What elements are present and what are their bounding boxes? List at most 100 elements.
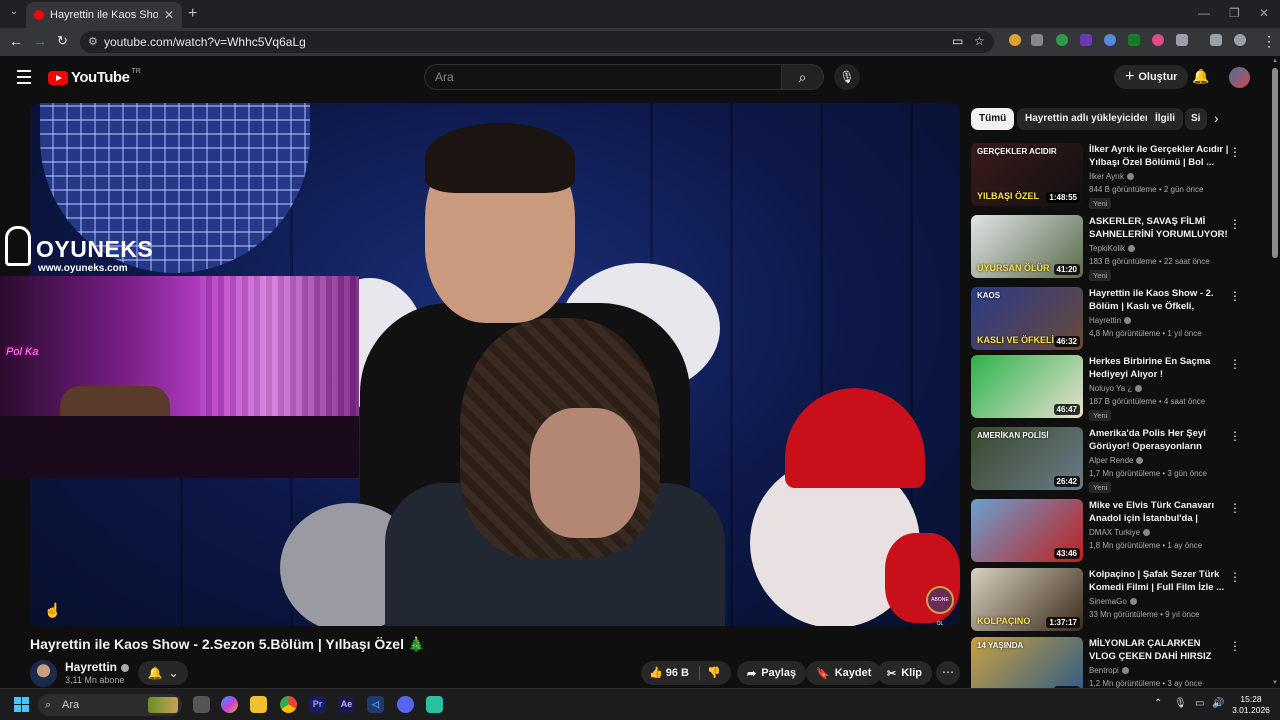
channel-name[interactable]: Hayrettin (65, 660, 130, 674)
app-icon[interactable] (426, 696, 443, 713)
video-thumbnail[interactable]: 46:47 (971, 355, 1083, 418)
notifications-bell-icon[interactable]: 🔔 (1192, 68, 1209, 85)
recommendation-item[interactable]: GERÇEKLER ACIDIR YILBAŞI ÖZEL 1:48:55 İlk… (971, 143, 1251, 209)
subscribe-watermark[interactable]: ABONE OL (926, 586, 954, 626)
recommendation-title[interactable]: Herkes Birbirine En Saçma Hediyeyi Alıyo… (1089, 355, 1229, 381)
more-actions-icon[interactable]: ⋯ (936, 661, 960, 685)
browser-menu-icon[interactable]: ⋮ (1262, 33, 1276, 50)
recommendation-item[interactable]: KOLPAÇINO 1:37:17 Kolpaçino | Şafak Seze… (971, 568, 1251, 634)
video-thumbnail[interactable]: GERÇEKLER ACIDIR YILBAŞI ÖZEL 1:48:55 (971, 143, 1083, 206)
cast-icon[interactable]: ▭ (952, 34, 963, 48)
discord-icon[interactable] (397, 696, 414, 713)
volume-icon[interactable]: 🔊 (1212, 698, 1224, 709)
recommendation-channel[interactable]: Bentropi (1089, 666, 1129, 675)
extension-icon[interactable] (1128, 34, 1140, 46)
windows-start-icon[interactable] (14, 697, 29, 712)
more-options-icon[interactable]: ⋮ (1229, 357, 1241, 371)
chevron-up-icon[interactable]: ⌃ (1154, 698, 1162, 709)
vscode-icon[interactable]: ◁ (367, 696, 384, 713)
site-info-icon[interactable]: ⚙ (88, 35, 98, 48)
more-options-icon[interactable]: ⋮ (1229, 289, 1241, 303)
more-options-icon[interactable]: ⋮ (1229, 145, 1241, 159)
copilot-icon[interactable] (221, 696, 238, 713)
recommendation-item[interactable]: KAOS KASLI VE ÖFKELİ 46:32 Hayrettin ile … (971, 287, 1251, 353)
account-avatar[interactable] (1229, 67, 1250, 88)
file-explorer-icon[interactable] (250, 696, 267, 713)
recommendation-channel[interactable]: Alper Rende (1089, 456, 1144, 465)
recommendation-title[interactable]: ASKERLER, SAVAŞ FİLMİ SAHNELERİNİ YORUML… (1089, 215, 1229, 241)
recommendation-title[interactable]: İlker Ayrık ile Gerçekler Acıdır | Yılba… (1089, 143, 1229, 169)
new-tab-icon[interactable]: + (188, 5, 197, 23)
extensions-puzzle-icon[interactable] (1176, 34, 1188, 46)
tab-search-icon[interactable]: ⌄ (6, 6, 22, 22)
extension-icon[interactable] (1080, 34, 1092, 46)
recommendation-channel[interactable]: Noluyo Ya ¿ (1089, 384, 1143, 393)
display-icon[interactable]: ▭ (1195, 698, 1204, 709)
video-thumbnail[interactable]: UYURSAN ÖLÜR 41:20 (971, 215, 1083, 278)
after-effects-icon[interactable]: Ae (338, 696, 355, 713)
chip-all[interactable]: Tümü (971, 108, 1015, 130)
recommendation-item[interactable]: 46:47 Herkes Birbirine En Saçma Hediyeyi… (971, 355, 1251, 421)
premiere-pro-icon[interactable]: Pr (309, 696, 326, 713)
recommendation-item[interactable]: AMERİKAN POLİSİ 26:42 Amerika'da Polis H… (971, 427, 1251, 493)
youtube-logo[interactable]: YouTube TR (48, 68, 141, 86)
recommendation-item[interactable]: 43:46 Mike ve Elvis Türk Canavarı Anadol… (971, 499, 1251, 565)
chrome-icon[interactable] (280, 696, 297, 713)
recommendation-title[interactable]: MİLYONLAR ÇALARKEN VLOG ÇEKEN DAHİ HIRSI… (1089, 637, 1229, 663)
scrollbar-thumb[interactable] (1272, 68, 1278, 258)
close-window-icon[interactable]: ✕ (1259, 6, 1269, 20)
reading-list-icon[interactable] (1210, 34, 1222, 46)
extension-icon[interactable] (1031, 34, 1043, 46)
extension-icon[interactable] (1152, 34, 1164, 46)
page-scrollbar[interactable]: ▲ ▼ (1270, 56, 1280, 688)
minimize-icon[interactable]: — (1198, 6, 1210, 20)
recommendation-title[interactable]: Amerika'da Polis Her Şeyi Görüyor! Opera… (1089, 427, 1229, 453)
profile-icon[interactable] (1234, 34, 1246, 46)
task-view-icon[interactable] (193, 696, 210, 713)
recommendation-channel[interactable]: TepkiKolik (1089, 244, 1136, 253)
more-options-icon[interactable]: ⋮ (1229, 501, 1241, 515)
video-thumbnail[interactable]: AMERİKAN POLİSİ 26:42 (971, 427, 1083, 490)
share-button[interactable]: ➦ Paylaş (737, 661, 807, 685)
scroll-down-icon[interactable]: ▼ (1272, 680, 1278, 686)
create-button[interactable]: + Oluştur (1114, 65, 1189, 89)
video-thumbnail[interactable]: KAOS KASLI VE ÖFKELİ 46:32 (971, 287, 1083, 350)
extension-icon[interactable] (1009, 34, 1021, 46)
clip-button[interactable]: ✂ Klip (877, 661, 932, 685)
restore-icon[interactable]: ❐ (1229, 6, 1240, 20)
recommendation-channel[interactable]: DMAX Turkiye (1089, 528, 1151, 537)
save-button[interactable]: 🔖 Kaydet (806, 661, 882, 685)
recommendation-item[interactable]: UYURSAN ÖLÜR 41:20 ASKERLER, SAVAŞ FİLMİ… (971, 215, 1251, 281)
more-options-icon[interactable]: ⋮ (1229, 570, 1241, 584)
chip-related[interactable]: İlgili (1147, 108, 1183, 130)
reload-icon[interactable]: ↻ (57, 33, 68, 49)
scroll-up-icon[interactable]: ▲ (1272, 58, 1278, 64)
more-options-icon[interactable]: ⋮ (1229, 639, 1241, 653)
search-input[interactable] (424, 64, 782, 90)
address-bar[interactable]: ⚙ youtube.com/watch?v=Whhc5Vq6aLg ▭ ☆ (80, 31, 994, 53)
browser-tab[interactable]: Hayrettin ile Kaos Show - 2.Sezon 5.Bölü… (26, 2, 182, 28)
recommendation-title[interactable]: Kolpaçino | Şafak Sezer Türk Komedi Film… (1089, 568, 1229, 594)
chip-from-uploader[interactable]: Hayrettin adlı yükleyiciden (1017, 108, 1160, 130)
channel-avatar[interactable] (30, 660, 57, 687)
subscribed-notifications-button[interactable]: 🔔 ⌄ (138, 661, 188, 685)
like-button[interactable]: 👍 96 B (649, 666, 689, 679)
back-icon[interactable]: ← (9, 33, 23, 49)
close-tab-icon[interactable]: ✕ (164, 8, 174, 22)
search-icon[interactable]: ⌕ (781, 64, 824, 90)
bookmark-star-icon[interactable]: ☆ (974, 34, 985, 48)
more-options-icon[interactable]: ⋮ (1229, 429, 1241, 443)
recommendation-channel[interactable]: İlker Ayrık (1089, 172, 1134, 181)
chevron-right-icon[interactable]: › (1214, 110, 1219, 126)
microphone-icon[interactable]: 🎙 (834, 64, 860, 90)
system-clock[interactable]: 15:28 3.01.2026 (1226, 694, 1276, 716)
taskbar-search[interactable]: ⌕ Ara (38, 694, 182, 716)
extension-icon[interactable] (1056, 34, 1068, 46)
recommendation-title[interactable]: Hayrettin ile Kaos Show - 2. Bölüm | Kas… (1089, 287, 1229, 313)
video-thumbnail[interactable]: KOLPAÇINO 1:37:17 (971, 568, 1083, 631)
recommendation-channel[interactable]: SinemaGo (1089, 597, 1137, 606)
chip-more[interactable]: Si (1185, 108, 1207, 130)
video-thumbnail[interactable]: 43:46 (971, 499, 1083, 562)
forward-icon[interactable]: → (33, 33, 47, 49)
more-options-icon[interactable]: ⋮ (1229, 217, 1241, 231)
